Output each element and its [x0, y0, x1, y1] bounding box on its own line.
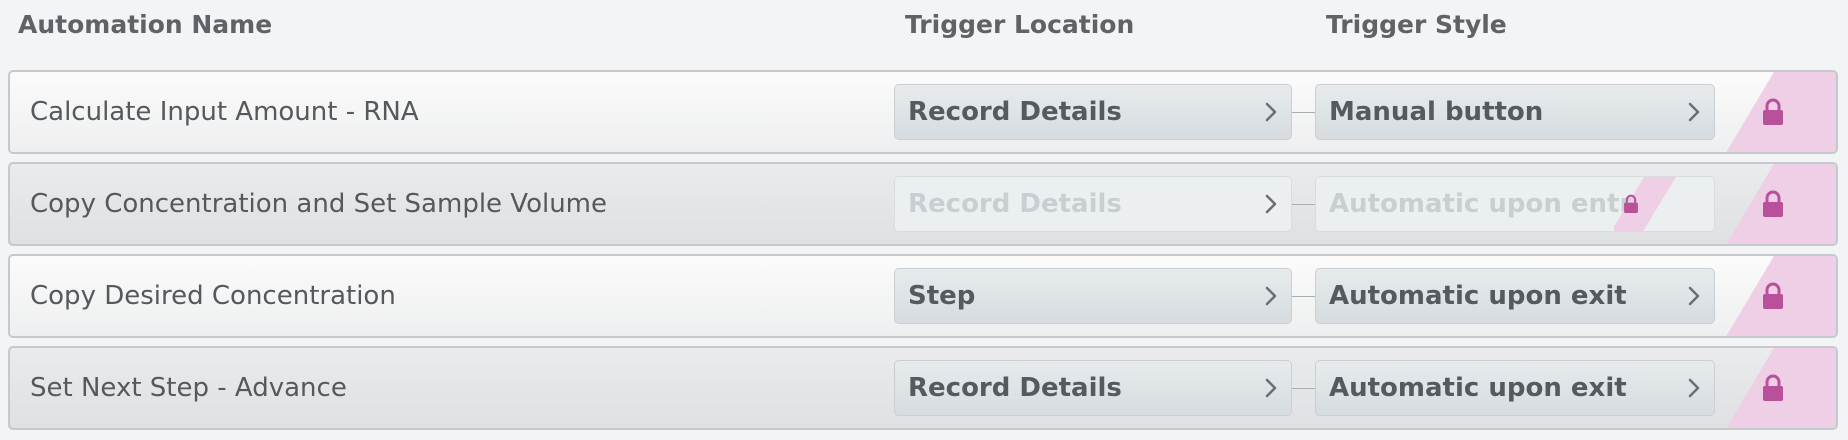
lock-icon: [1763, 98, 1783, 125]
chevron-right-icon: [1688, 378, 1700, 398]
table-header: Automation Name Trigger Location Trigger…: [0, 0, 1848, 56]
trigger-location-value: Step: [908, 281, 976, 311]
locked-indicator: [1726, 348, 1836, 428]
header-trigger-style: Trigger Style: [1326, 10, 1507, 39]
locked-indicator: [1726, 164, 1836, 244]
trigger-style-select[interactable]: Automatic upon exit: [1315, 268, 1715, 324]
trigger-location-select[interactable]: Step: [894, 268, 1292, 324]
automation-row[interactable]: Set Next Step - Advance Record Details A…: [8, 346, 1838, 430]
trigger-style-select: Automatic upon entry: [1315, 176, 1715, 232]
trigger-style-value: Automatic upon entry: [1329, 189, 1650, 219]
trigger-location-value: Record Details: [908, 373, 1122, 403]
chevron-right-icon: [1265, 194, 1277, 214]
trigger-location-select[interactable]: Record Details: [894, 84, 1292, 140]
style-locked-indicator: [1614, 177, 1714, 231]
automation-name: Set Next Step - Advance: [30, 373, 347, 403]
automation-row[interactable]: Calculate Input Amount - RNA Record Deta…: [8, 70, 1838, 154]
automation-row[interactable]: Copy Concentration and Set Sample Volume…: [8, 162, 1838, 246]
locked-indicator: [1726, 256, 1836, 336]
trigger-location-select: Record Details: [894, 176, 1292, 232]
chevron-right-icon: [1265, 378, 1277, 398]
trigger-location-value: Record Details: [908, 189, 1122, 219]
chevron-right-icon: [1688, 102, 1700, 122]
automation-name: Copy Concentration and Set Sample Volume: [30, 189, 608, 219]
connector-line: [1292, 112, 1315, 113]
trigger-style-select[interactable]: Automatic upon exit: [1315, 360, 1715, 416]
lock-icon: [1763, 190, 1783, 217]
trigger-style-value: Automatic upon exit: [1329, 373, 1627, 403]
trigger-style-value: Manual button: [1329, 97, 1544, 127]
trigger-location-select[interactable]: Record Details: [894, 360, 1292, 416]
locked-indicator: [1726, 72, 1836, 152]
chevron-right-icon: [1688, 286, 1700, 306]
automation-name: Calculate Input Amount - RNA: [30, 97, 419, 127]
lock-icon: [1624, 194, 1638, 213]
header-automation-name: Automation Name: [18, 10, 273, 39]
trigger-style-select[interactable]: Manual button: [1315, 84, 1715, 140]
lock-icon: [1763, 282, 1783, 309]
trigger-style-value: Automatic upon exit: [1329, 281, 1627, 311]
lock-icon: [1763, 374, 1783, 401]
connector-line: [1292, 296, 1315, 297]
connector-line: [1292, 388, 1315, 389]
connector-line: [1292, 204, 1315, 205]
automation-row[interactable]: Copy Desired Concentration Step Automati…: [8, 254, 1838, 338]
chevron-right-icon: [1265, 102, 1277, 122]
chevron-right-icon: [1265, 286, 1277, 306]
header-trigger-location: Trigger Location: [905, 10, 1135, 39]
automation-name: Copy Desired Concentration: [30, 281, 396, 311]
trigger-location-value: Record Details: [908, 97, 1122, 127]
